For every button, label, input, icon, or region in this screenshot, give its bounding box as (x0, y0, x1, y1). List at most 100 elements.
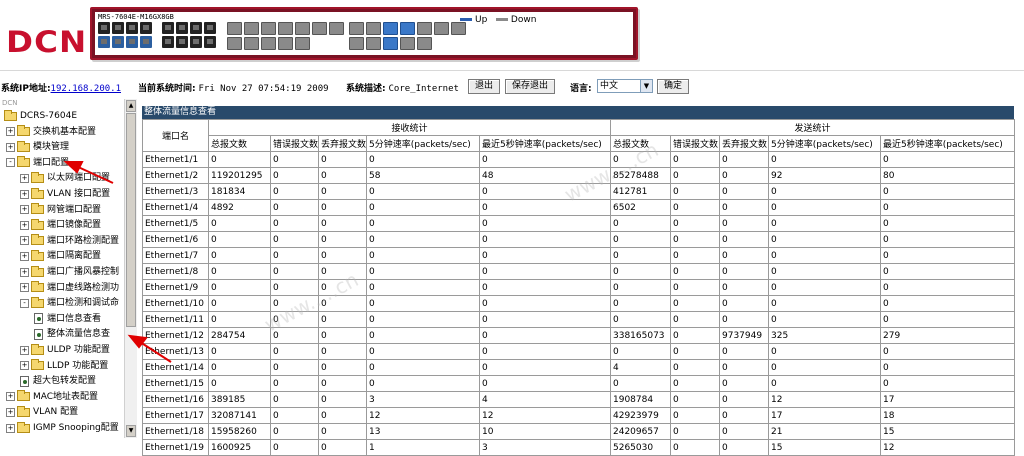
tree-item[interactable]: + IGMP Snooping配置 (6, 421, 119, 435)
tree-item[interactable]: + LLDP 功能配置 (20, 359, 108, 373)
expand-icon[interactable]: + (20, 251, 29, 261)
save-logout-button[interactable]: 保存退出 (505, 79, 556, 94)
tree-item[interactable]: + 网管端口配置 (20, 203, 101, 217)
copper-port-group-2 (162, 22, 220, 48)
collapse-icon[interactable]: - (20, 298, 29, 308)
expand-icon[interactable]: + (20, 220, 29, 230)
port-icon[interactable] (400, 22, 415, 35)
stat-cell: 0 (719, 391, 769, 408)
tree-scrollbar[interactable]: ▲ ▼ (124, 99, 137, 438)
port-icon[interactable] (278, 22, 293, 35)
stat-cell: 0 (270, 215, 319, 232)
confirm-button[interactable]: 确定 (657, 79, 690, 94)
tree-item[interactable]: + 端口环路检测配置 (20, 234, 119, 248)
scroll-down-icon[interactable]: ▼ (126, 425, 136, 437)
port-icon[interactable] (126, 36, 138, 48)
stat-cell: 0 (768, 151, 881, 168)
port-icon[interactable] (140, 36, 152, 48)
port-icon[interactable] (417, 22, 432, 35)
port-icon[interactable] (190, 22, 202, 34)
tree-item[interactable]: + MAC地址表配置 (6, 390, 98, 404)
tree-item[interactable]: + 交换机基本配置 (6, 125, 96, 139)
port-icon[interactable] (383, 37, 398, 50)
stat-cell: 0 (318, 439, 367, 456)
port-icon[interactable] (126, 22, 138, 34)
tree-item[interactable]: DCRS-7604E (4, 109, 77, 123)
tree-item[interactable]: + 以太网端口配置 (20, 171, 110, 185)
port-icon[interactable] (295, 22, 310, 35)
table-row: Ethernet1/17 32087141 0 0 12 12 42923979 0 0 17 18 (142, 407, 1015, 424)
expand-icon[interactable]: + (20, 345, 29, 355)
tree-item-label: 整体流量信息查 (47, 329, 111, 340)
tree-item[interactable]: + VLAN 配置 (6, 405, 78, 419)
port-icon[interactable] (227, 22, 242, 35)
chevron-down-icon[interactable]: ▼ (640, 80, 652, 92)
tree-item[interactable]: + 端口镜像配置 (20, 218, 101, 232)
tree-item[interactable]: + ULDP 功能配置 (20, 343, 110, 357)
port-icon[interactable] (244, 22, 259, 35)
expand-icon[interactable]: + (20, 267, 29, 277)
expand-icon[interactable]: + (6, 423, 15, 433)
expand-icon[interactable]: + (6, 407, 15, 417)
port-icon[interactable] (434, 22, 449, 35)
port-icon[interactable] (98, 22, 110, 34)
tree-item[interactable]: 超大包转发配置 (20, 374, 96, 388)
port-icon[interactable] (329, 22, 344, 35)
tree-item[interactable]: - 端口配置 (6, 156, 69, 170)
port-icon[interactable] (98, 36, 110, 48)
expand-icon[interactable]: + (20, 205, 29, 215)
expand-icon[interactable]: + (20, 173, 29, 183)
port-icon[interactable] (312, 22, 327, 35)
scroll-up-icon[interactable]: ▲ (126, 100, 136, 112)
tree-item[interactable]: + 端口广播风暴控制 (20, 265, 119, 279)
language-select[interactable]: 中文 ▼ (597, 79, 653, 93)
scrollbar-thumb[interactable] (126, 113, 136, 327)
tree-item[interactable]: + 模块管理 (6, 140, 69, 154)
expand-icon[interactable]: + (20, 361, 29, 371)
expand-icon[interactable]: + (6, 392, 15, 402)
port-icon[interactable] (295, 37, 310, 50)
logout-button[interactable]: 退出 (468, 79, 501, 94)
port-icon[interactable] (366, 22, 381, 35)
expand-icon[interactable]: + (6, 142, 15, 152)
port-icon[interactable] (112, 36, 124, 48)
stat-cell: 0 (670, 231, 720, 248)
tree-item[interactable]: + 端口隔离配置 (20, 249, 101, 263)
port-icon[interactable] (204, 22, 216, 34)
port-icon[interactable] (162, 22, 174, 34)
stat-cell: 0 (366, 263, 480, 280)
tree-item[interactable]: - 端口检测和调试命 (20, 296, 119, 310)
port-icon[interactable] (176, 36, 188, 48)
port-icon[interactable] (451, 22, 466, 35)
port-icon[interactable] (366, 37, 381, 50)
collapse-icon[interactable]: - (6, 158, 15, 168)
tree-item[interactable]: 端口信息查看 (34, 312, 101, 326)
stat-cell: 0 (318, 311, 367, 328)
expand-icon[interactable]: + (20, 283, 29, 293)
stat-cell: 0 (479, 199, 611, 216)
tree-item[interactable]: + VLAN 接口配置 (20, 187, 110, 201)
port-icon[interactable] (383, 22, 398, 35)
port-icon[interactable] (349, 37, 364, 50)
port-icon[interactable] (176, 22, 188, 34)
port-icon[interactable] (417, 37, 432, 50)
port-icon[interactable] (261, 22, 276, 35)
tree-item[interactable]: + 端口虚线路检测功 (20, 281, 119, 295)
port-icon[interactable] (140, 22, 152, 34)
port-icon[interactable] (227, 37, 242, 50)
port-icon[interactable] (190, 36, 202, 48)
ip-link[interactable]: 192.168.200.1 (51, 84, 121, 94)
expand-icon[interactable]: + (20, 189, 29, 199)
port-icon[interactable] (261, 37, 276, 50)
port-icon[interactable] (162, 36, 174, 48)
port-icon[interactable] (400, 37, 415, 50)
tree-item[interactable]: 整体流量信息查 (34, 327, 110, 341)
stat-cell: 0 (208, 215, 271, 232)
expand-icon[interactable]: + (20, 236, 29, 246)
port-icon[interactable] (204, 36, 216, 48)
port-icon[interactable] (349, 22, 364, 35)
port-icon[interactable] (244, 37, 259, 50)
port-icon[interactable] (278, 37, 293, 50)
expand-icon[interactable]: + (6, 127, 15, 137)
port-icon[interactable] (112, 22, 124, 34)
